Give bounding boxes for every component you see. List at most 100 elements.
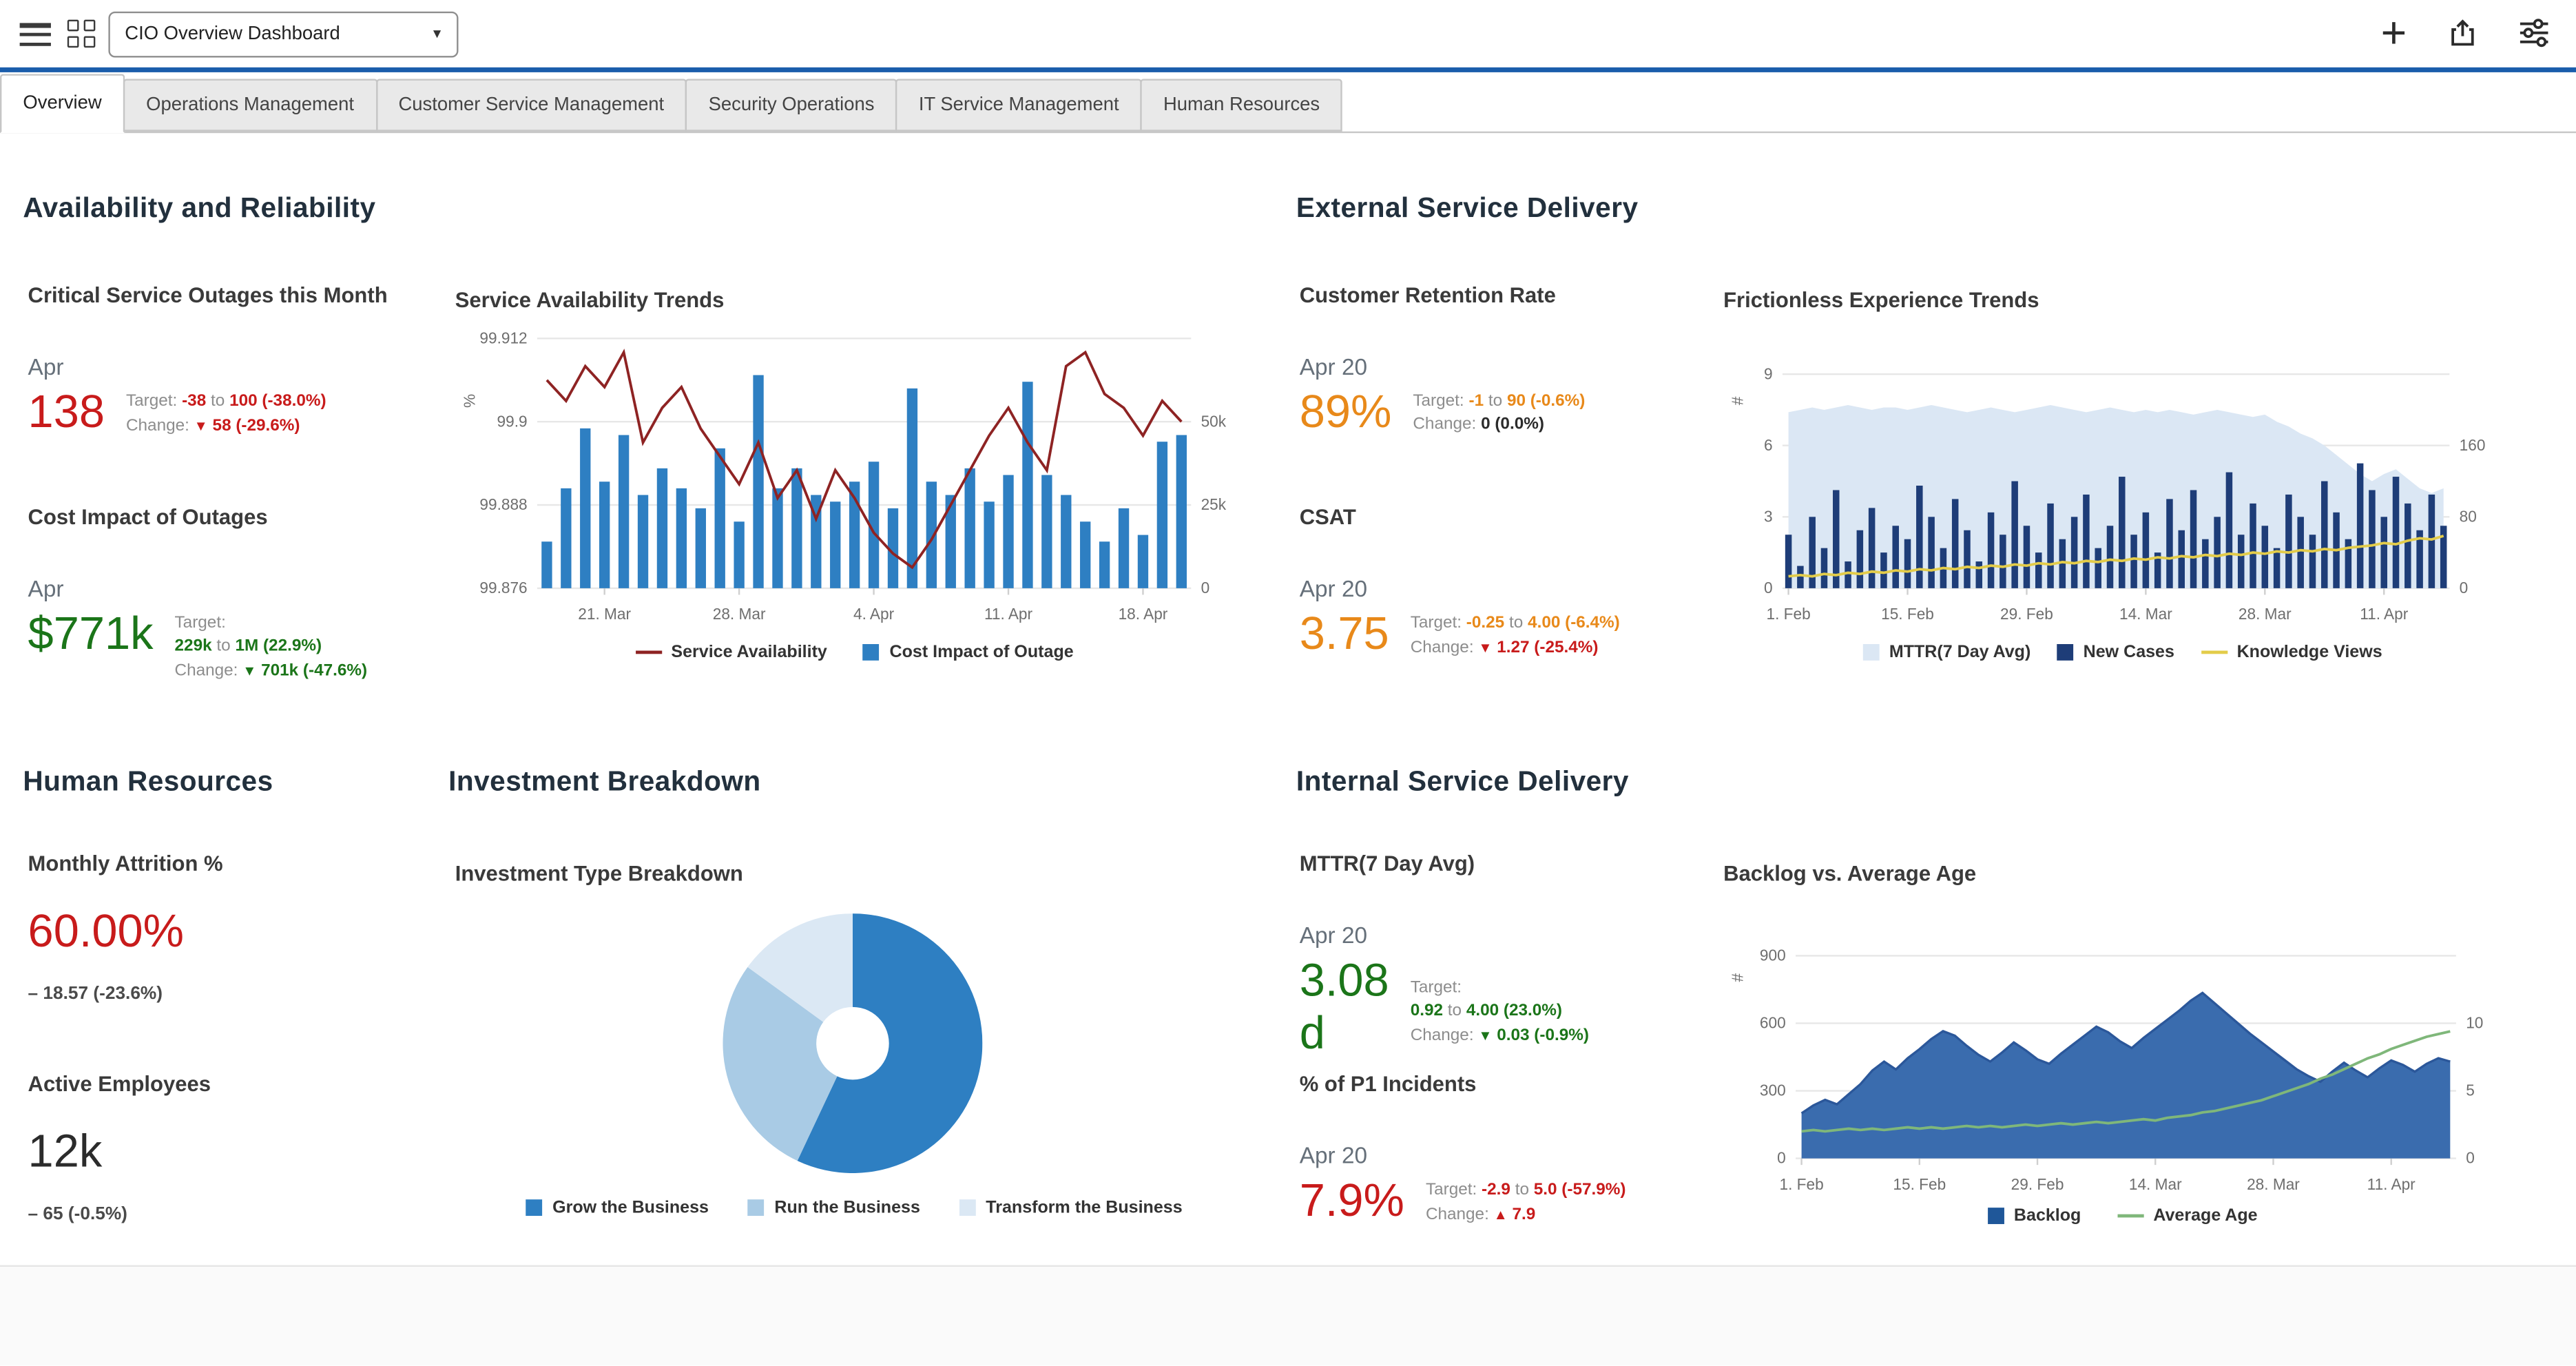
tab-operations-management[interactable]: Operations Management (123, 78, 377, 131)
metric-title: Customer Retention Rate (1299, 282, 1556, 308)
metric-title: Cost Impact of Outages (28, 504, 268, 530)
metric-title: Monthly Attrition % (28, 851, 223, 876)
service-availability-legend: Service Availability Cost Impact of Outa… (455, 643, 1254, 662)
tab-overview[interactable]: Overview (0, 73, 125, 133)
investment-donut-chart (723, 913, 983, 1174)
svg-text:18. Apr: 18. Apr (1119, 605, 1168, 623)
backlog-legend: Backlog Average Age (1723, 1206, 2522, 1225)
section-availability-heading: Availability and Reliability (23, 192, 376, 224)
svg-text:99.888: 99.888 (479, 495, 527, 513)
svg-text:0: 0 (1764, 579, 1773, 597)
metric-title: MTTR(7 Day Avg) (1299, 851, 1475, 876)
legend-item[interactable]: Cost Impact of Outage (863, 643, 1074, 662)
metric-csat: CSAT Apr 20 3.75 Target: -0.25 to 4.00 (… (1300, 504, 1743, 661)
chart-title-investment: Investment Type Breakdown (455, 860, 743, 886)
tab-it-service-management[interactable]: IT Service Management (895, 78, 1142, 131)
svg-text:6: 6 (1764, 436, 1773, 454)
metric-title: Critical Service Outages this Month (28, 282, 388, 308)
metric-title: % of P1 Incidents (1299, 1071, 1477, 1096)
metric-value: $771k (28, 608, 154, 659)
svg-text:10: 10 (2466, 1014, 2483, 1032)
legend-item[interactable]: Transform the Business (959, 1198, 1183, 1217)
svg-text:99.912: 99.912 (479, 329, 527, 347)
metric-value: 7.9% (1299, 1174, 1404, 1226)
svg-text:900: 900 (1760, 946, 1786, 964)
square-swatch (959, 1199, 976, 1217)
metric-target-block: Target: 229k to 1M (22.9%) Change: ▼ 701… (174, 614, 368, 681)
top-toolbar: CIO Overview Dashboard ▼ + (0, 0, 2576, 68)
legend-item[interactable]: New Cases (2057, 643, 2174, 662)
metric-delta: – 65 (-0.5%) (28, 1204, 127, 1224)
legend-item[interactable]: MTTR(7 Day Avg) (1862, 643, 2030, 662)
svg-text:600: 600 (1760, 1014, 1786, 1032)
svg-text:11. Apr: 11. Apr (984, 605, 1033, 623)
legend-item[interactable]: Service Availability (634, 643, 827, 662)
svg-text:160: 160 (2460, 436, 2486, 454)
change-up-icon: ▲ (1493, 1205, 1508, 1223)
square-swatch (1987, 1208, 2004, 1224)
svg-text:99.9: 99.9 (497, 412, 528, 430)
metric-delta: – 18.57 (-23.6%) (28, 984, 163, 1004)
line-swatch (2117, 1214, 2144, 1218)
metric-value: 3.08 d (1299, 954, 1389, 1059)
svg-text:0: 0 (2466, 1149, 2475, 1167)
chart-title-backlog: Backlog vs. Average Age (1723, 860, 1977, 886)
metric-retention: Customer Retention Rate Apr 20 89% Targe… (1300, 282, 1743, 439)
metric-period: Apr 20 (1299, 575, 1368, 601)
svg-text:15. Feb: 15. Feb (1881, 605, 1934, 623)
section-external-heading: External Service Delivery (1296, 192, 1639, 224)
chart-title-service-availability: Service Availability Trends (455, 287, 725, 313)
chart-title-frictionless: Frictionless Experience Trends (1723, 287, 2039, 313)
svg-text:14. Mar: 14. Mar (2119, 605, 2172, 623)
square-swatch (863, 644, 880, 661)
dashboard-selector[interactable]: CIO Overview Dashboard ▼ (108, 11, 459, 58)
dashboard-selector-value: CIO Overview Dashboard (125, 24, 340, 45)
frictionless-legend: MTTR(7 Day Avg) New Cases Knowledge View… (1723, 643, 2522, 662)
legend-item[interactable]: Backlog (1987, 1206, 2081, 1225)
tab-customer-service-management[interactable]: Customer Service Management (375, 78, 687, 131)
section-investment-heading: Investment Breakdown (448, 765, 761, 797)
metric-active-employees: Active Employees 12k – 65 (-0.5%) (28, 1071, 472, 1224)
legend-item[interactable]: Average Age (2117, 1206, 2258, 1225)
tab-bar: Overview Operations Management Customer … (0, 71, 2576, 133)
svg-text:1. Feb: 1. Feb (1766, 605, 1810, 623)
metric-cost-impact: Cost Impact of Outages Apr $771k Target:… (28, 504, 472, 683)
svg-text:#: # (1729, 973, 1747, 982)
square-swatch (2057, 644, 2074, 661)
svg-text:28. Mar: 28. Mar (713, 605, 766, 623)
change-down-icon: ▼ (194, 417, 208, 434)
add-icon[interactable]: + (2381, 11, 2407, 55)
metric-target-block: Target: -38 to 100 (-38.0%) Change: ▼ 58… (125, 393, 326, 436)
tab-security-operations[interactable]: Security Operations (685, 78, 897, 131)
svg-text:0: 0 (2460, 579, 2469, 597)
svg-text:99.876: 99.876 (479, 579, 527, 597)
canvas-footer (0, 1265, 2576, 1366)
svg-text:50k: 50k (1201, 412, 1227, 430)
tab-human-resources[interactable]: Human Resources (1140, 78, 1343, 131)
share-icon[interactable] (2448, 18, 2478, 48)
svg-text:%: % (460, 394, 478, 408)
backlog-chart: 0 300 600 900 0 5 10 #1. Feb 15. Feb 29. Feb 14. M… (1723, 896, 2522, 1201)
svg-text:300: 300 (1760, 1082, 1786, 1099)
svg-text:28. Mar: 28. Mar (2239, 605, 2292, 623)
metric-value: 12k (28, 1125, 103, 1177)
legend-item[interactable]: Grow the Business (526, 1198, 709, 1217)
menu-icon[interactable] (19, 23, 51, 51)
metric-target-block: Target: 0.92 to 4.00 (23.0%) Change: ▼ 0… (1410, 979, 1589, 1045)
svg-text:29. Feb: 29. Feb (2011, 1175, 2064, 1193)
legend-item[interactable]: Knowledge Views (2201, 643, 2382, 662)
dashboards-grid-icon[interactable] (67, 19, 97, 50)
metric-title: Active Employees (28, 1071, 211, 1096)
metric-period: Apr (28, 575, 64, 601)
svg-text:14. Mar: 14. Mar (2129, 1175, 2182, 1193)
svg-text:0: 0 (1777, 1149, 1786, 1167)
service-availability-chart: 99.876 99.888 99.9 99.912 0 25k 50k% 21. Mar 28.… (455, 319, 1254, 631)
metric-attrition: Monthly Attrition % 60.00% – 18.57 (-23.… (28, 851, 472, 1004)
legend-item[interactable]: Run the Business (748, 1198, 920, 1217)
filter-sliders-icon[interactable] (2519, 18, 2550, 48)
line-swatch (634, 650, 662, 654)
change-down-icon: ▼ (1478, 639, 1493, 656)
svg-text:25k: 25k (1201, 495, 1227, 513)
svg-text:0: 0 (1201, 579, 1210, 597)
chevron-down-icon: ▼ (430, 26, 444, 41)
